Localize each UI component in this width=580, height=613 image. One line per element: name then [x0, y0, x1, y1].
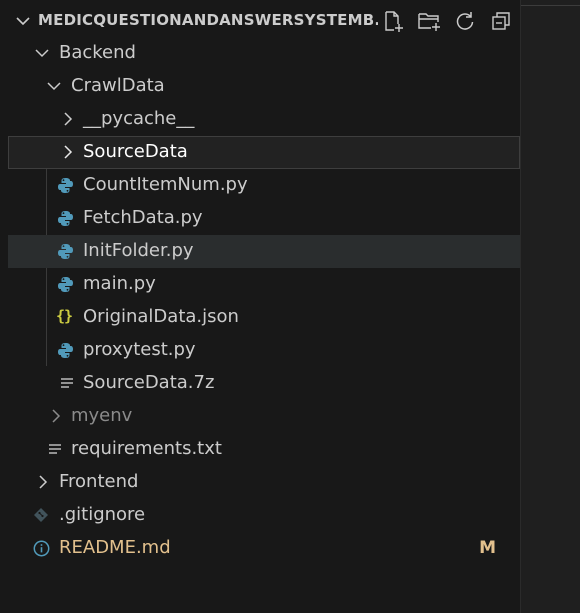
new-folder-icon[interactable] [416, 8, 442, 34]
tree-item-label: Frontend [59, 471, 139, 492]
python-icon [56, 275, 74, 293]
tree-item-proxytest-file[interactable]: proxytest.py [8, 334, 520, 367]
tree-item-crawldata-folder[interactable]: CrawlData [8, 70, 520, 103]
tree-item-requirements-file[interactable]: requirements.txt [8, 433, 520, 466]
python-icon [56, 209, 74, 227]
tree-item-fetchdata-file[interactable]: FetchData.py [8, 202, 520, 235]
explorer-section-header[interactable]: MEDICQUESTIONANDANSWERSYSTEMB... [8, 4, 520, 37]
tree-item-label: myenv [71, 405, 133, 426]
tree-item-label: .gitignore [59, 504, 146, 525]
tree-item-label: SourceData [83, 141, 188, 162]
new-file-icon[interactable] [380, 8, 406, 34]
collapse-all-icon[interactable] [488, 8, 514, 34]
tree-item-initfolder-file[interactable]: InitFolder.py [8, 235, 520, 268]
tree-item-label: FetchData.py [83, 207, 203, 228]
tree-item-sourcedata-folder[interactable]: SourceData [8, 136, 520, 169]
chevron-right-icon [35, 474, 51, 490]
tree-item-label: InitFolder.py [83, 240, 194, 261]
chevron-right-icon [60, 144, 76, 160]
tree-item-label: main.py [83, 273, 156, 294]
tree-item-label: Backend [59, 42, 136, 63]
tree-item-label: OriginalData.json [83, 306, 239, 327]
git-icon [32, 506, 50, 524]
workspace-title: MEDICQUESTIONANDANSWERSYSTEMB... [38, 11, 378, 29]
tree-item-countitemnum-file[interactable]: CountItemNum.py [8, 169, 520, 202]
chevron-right-icon [48, 408, 64, 424]
explorer-panel: MEDICQUESTIONANDANSWERSYSTEMB... Backend… [8, 0, 520, 613]
tree-item-gitignore-file[interactable]: .gitignore [8, 499, 520, 532]
info-icon [32, 539, 50, 557]
chevron-down-icon [34, 45, 50, 61]
tree-item-frontend-folder[interactable]: Frontend [8, 466, 520, 499]
chevron-down-icon[interactable] [14, 12, 32, 34]
json-icon: {} [55, 307, 73, 325]
tree-item-label: __pycache__ [83, 108, 195, 129]
tree-item-pycache-folder[interactable]: __pycache__ [8, 103, 520, 136]
editor-area [520, 0, 580, 613]
text-file-icon [46, 440, 64, 458]
python-icon [56, 176, 74, 194]
tree-item-label: README.md [59, 537, 171, 558]
chevron-down-icon [46, 78, 62, 94]
git-modified-badge: M [479, 538, 496, 558]
tree-item-sourcedata-7z-file[interactable]: SourceData.7z [8, 367, 520, 400]
editor-divider [521, 5, 580, 6]
chevron-right-icon [60, 111, 76, 127]
header-actions [380, 8, 514, 34]
tree-item-main-file[interactable]: main.py [8, 268, 520, 301]
tree-item-label: requirements.txt [71, 438, 222, 459]
python-icon [56, 341, 74, 359]
file-tree: Backend CrawlData __pycache__ SourceData [8, 37, 520, 565]
tree-item-label: CountItemNum.py [83, 174, 248, 195]
tree-item-originaldata-file[interactable]: {} OriginalData.json [8, 301, 520, 334]
python-icon [56, 242, 74, 260]
tree-item-backend-folder[interactable]: Backend [8, 37, 520, 70]
tree-item-myenv-folder[interactable]: myenv [8, 400, 520, 433]
refresh-icon[interactable] [452, 8, 478, 34]
tree-item-readme-file[interactable]: README.md M [8, 532, 520, 565]
tree-item-label: CrawlData [71, 75, 165, 96]
tree-item-label: SourceData.7z [83, 372, 215, 393]
text-file-icon [58, 374, 76, 392]
tree-item-label: proxytest.py [83, 339, 196, 360]
